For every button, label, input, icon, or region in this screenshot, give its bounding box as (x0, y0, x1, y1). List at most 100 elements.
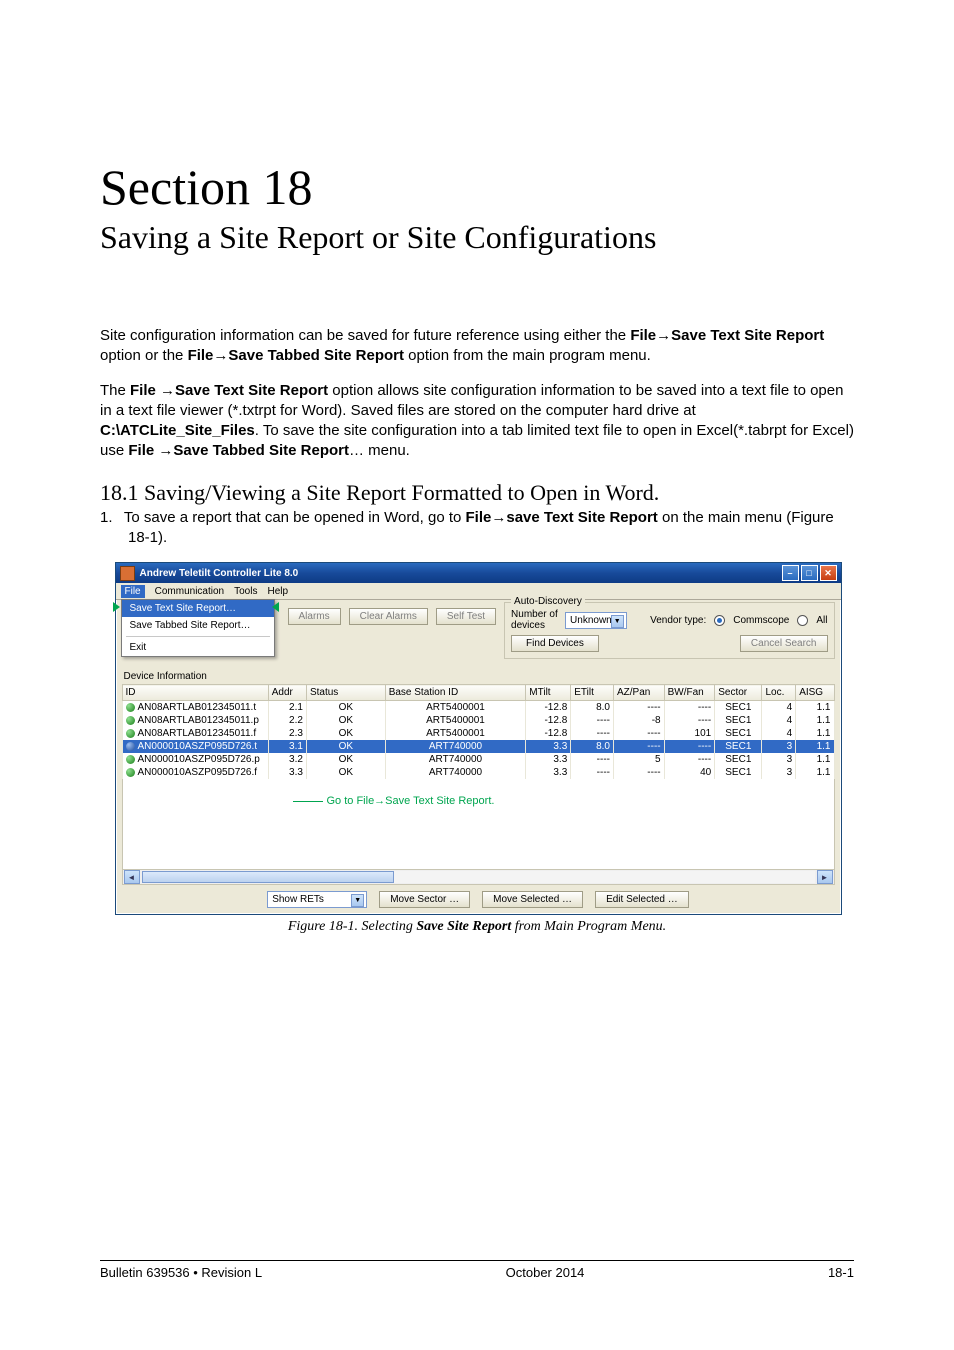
edit-selected-button[interactable]: Edit Selected … (595, 891, 689, 908)
scroll-left-button[interactable]: ◄ (124, 870, 140, 884)
close-button[interactable]: ✕ (820, 565, 837, 581)
bold: Save Site Report (416, 919, 511, 934)
vendor-all-radio[interactable] (797, 615, 808, 626)
bold: File (466, 509, 492, 526)
alarms-button[interactable]: Alarms (288, 608, 341, 625)
menu-file[interactable]: File (121, 585, 145, 598)
text: Site configuration information can be sa… (100, 327, 630, 344)
text: → (160, 382, 175, 399)
table-row[interactable]: AN000010ASZP095D726.t3.1OKART7400003.38.… (122, 740, 834, 753)
bold: File (188, 347, 214, 364)
text: → (213, 347, 228, 364)
menu-help[interactable]: Help (267, 586, 288, 597)
status-dot-icon (126, 729, 135, 738)
page-footer: Bulletin 639536 • Revision L October 201… (100, 1260, 854, 1280)
section-title: Saving a Site Report or Site Configurati… (100, 219, 854, 256)
bold: Save Text Site Report (671, 327, 824, 344)
section-number: Section 18 (100, 160, 854, 215)
num-devices-label: Number ofdevices (511, 609, 559, 631)
col-bwfan[interactable]: BW/Fan (664, 685, 715, 701)
grid-empty-area: Go to File→Save Text Site Report. (122, 779, 835, 870)
file-menu-save-text[interactable]: Save Text Site Report… (122, 600, 274, 617)
table-row[interactable]: AN08ARTLAB012345011.f2.3OKART5400001-12.… (122, 727, 834, 740)
table-row[interactable]: AN08ARTLAB012345011.p2.2OKART5400001-12.… (122, 714, 834, 727)
col-status[interactable]: Status (306, 685, 385, 701)
menu-tools[interactable]: Tools (234, 586, 257, 597)
scroll-track[interactable] (142, 871, 815, 883)
app-icon (120, 566, 135, 581)
scroll-right-button[interactable]: ► (817, 870, 833, 884)
col-mtilt[interactable]: MTilt (526, 685, 571, 701)
step-1: 1. To save a report that can be opened i… (100, 508, 854, 549)
bold: Save Tabbed Site Report (173, 442, 349, 459)
bottom-bar: Show RETs Move Sector … Move Selected … … (122, 885, 835, 908)
cancel-search-button[interactable]: Cancel Search (740, 635, 828, 652)
show-select[interactable]: Show RETs (267, 891, 367, 908)
file-menu-dropdown: Save Text Site Report… Save Tabbed Site … (121, 599, 275, 657)
annotation-line-icon (293, 801, 323, 802)
col-etilt[interactable]: ETilt (571, 685, 614, 701)
figure-caption: Figure 18-1. Selecting Save Site Report … (115, 919, 840, 935)
num-devices-select[interactable]: Unknown (565, 612, 627, 629)
col-addr[interactable]: Addr (268, 685, 306, 701)
auto-discovery-legend: Auto-Discovery (511, 596, 585, 607)
find-devices-button[interactable]: Find Devices (511, 635, 599, 652)
device-information-label: Device Information (124, 671, 835, 682)
horizontal-scrollbar[interactable]: ◄ ► (122, 870, 835, 885)
text: The (100, 382, 130, 399)
status-dot-icon (126, 742, 135, 751)
text: option from the main program menu. (404, 347, 651, 364)
text: → (491, 509, 506, 526)
status-dot-icon (126, 755, 135, 764)
status-dot-icon (126, 768, 135, 777)
device-table: ID Addr Status Base Station ID MTilt ETi… (122, 684, 835, 779)
bold: C:\ATCLite_Site_Files (100, 422, 255, 439)
text: → (656, 327, 671, 344)
self-test-button[interactable]: Self Test (436, 608, 496, 625)
col-aisg[interactable]: AISG (796, 685, 834, 701)
col-bsid[interactable]: Base Station ID (385, 685, 526, 701)
window-buttons: – □ ✕ (782, 565, 837, 581)
list-number: 1. (100, 508, 120, 528)
bold: save Text Site Report (506, 509, 657, 526)
bold: File (630, 327, 656, 344)
move-sector-button[interactable]: Move Sector … (379, 891, 470, 908)
menubar: File Communication Tools Help (116, 583, 841, 600)
subheading-18-1: 18.1 Saving/Viewing a Site Report Format… (100, 480, 854, 506)
maximize-button[interactable]: □ (801, 565, 818, 581)
table-header-row: ID Addr Status Base Station ID MTilt ETi… (122, 685, 834, 701)
clear-alarms-button[interactable]: Clear Alarms (349, 608, 428, 625)
col-sector[interactable]: Sector (715, 685, 762, 701)
menu-communication[interactable]: Communication (155, 586, 224, 597)
text: from Main Program Menu. (511, 919, 666, 934)
auto-discovery-group: Auto-Discovery Number ofdevices Unknown … (504, 602, 834, 659)
text: To save a report that can be opened in W… (124, 509, 466, 526)
intro-para-2: The File →Save Text Site Report option a… (100, 381, 854, 462)
vendor-type-label: Vendor type: (650, 615, 706, 626)
intro-para-1: Site configuration information can be sa… (100, 326, 854, 367)
table-row[interactable]: AN000010ASZP095D726.f3.3OKART7400003.3--… (122, 766, 834, 779)
figure-18-1: Andrew Teletilt Controller Lite 8.0 – □ … (115, 562, 840, 935)
table-row[interactable]: AN000010ASZP095D726.p3.2OKART7400003.3--… (122, 753, 834, 766)
vendor-commscope-radio[interactable] (714, 615, 725, 626)
app-title: Andrew Teletilt Controller Lite 8.0 (140, 568, 782, 579)
footer-left: Bulletin 639536 • Revision L (100, 1265, 262, 1280)
text: option or the (100, 347, 188, 364)
col-loc[interactable]: Loc. (762, 685, 796, 701)
file-menu-save-tabbed[interactable]: Save Tabbed Site Report… (122, 617, 274, 634)
col-id[interactable]: ID (122, 685, 268, 701)
table-row[interactable]: AN08ARTLAB012345011.t2.1OKART5400001-12.… (122, 701, 834, 715)
status-dot-icon (126, 716, 135, 725)
move-selected-button[interactable]: Move Selected … (482, 891, 583, 908)
bold: Save Tabbed Site Report (228, 347, 404, 364)
minimize-button[interactable]: – (782, 565, 799, 581)
titlebar: Andrew Teletilt Controller Lite 8.0 – □ … (116, 563, 841, 583)
bold: File (130, 382, 160, 399)
col-azpan[interactable]: AZ/Pan (614, 685, 665, 701)
scroll-thumb[interactable] (142, 871, 394, 883)
annotation-text: Go to File→Save Text Site Report. (327, 795, 495, 807)
bold: Save Text Site Report (175, 382, 328, 399)
vendor-all-label: All (816, 615, 827, 626)
vendor-commscope-label: Commscope (733, 615, 789, 626)
file-menu-exit[interactable]: Exit (122, 639, 274, 656)
